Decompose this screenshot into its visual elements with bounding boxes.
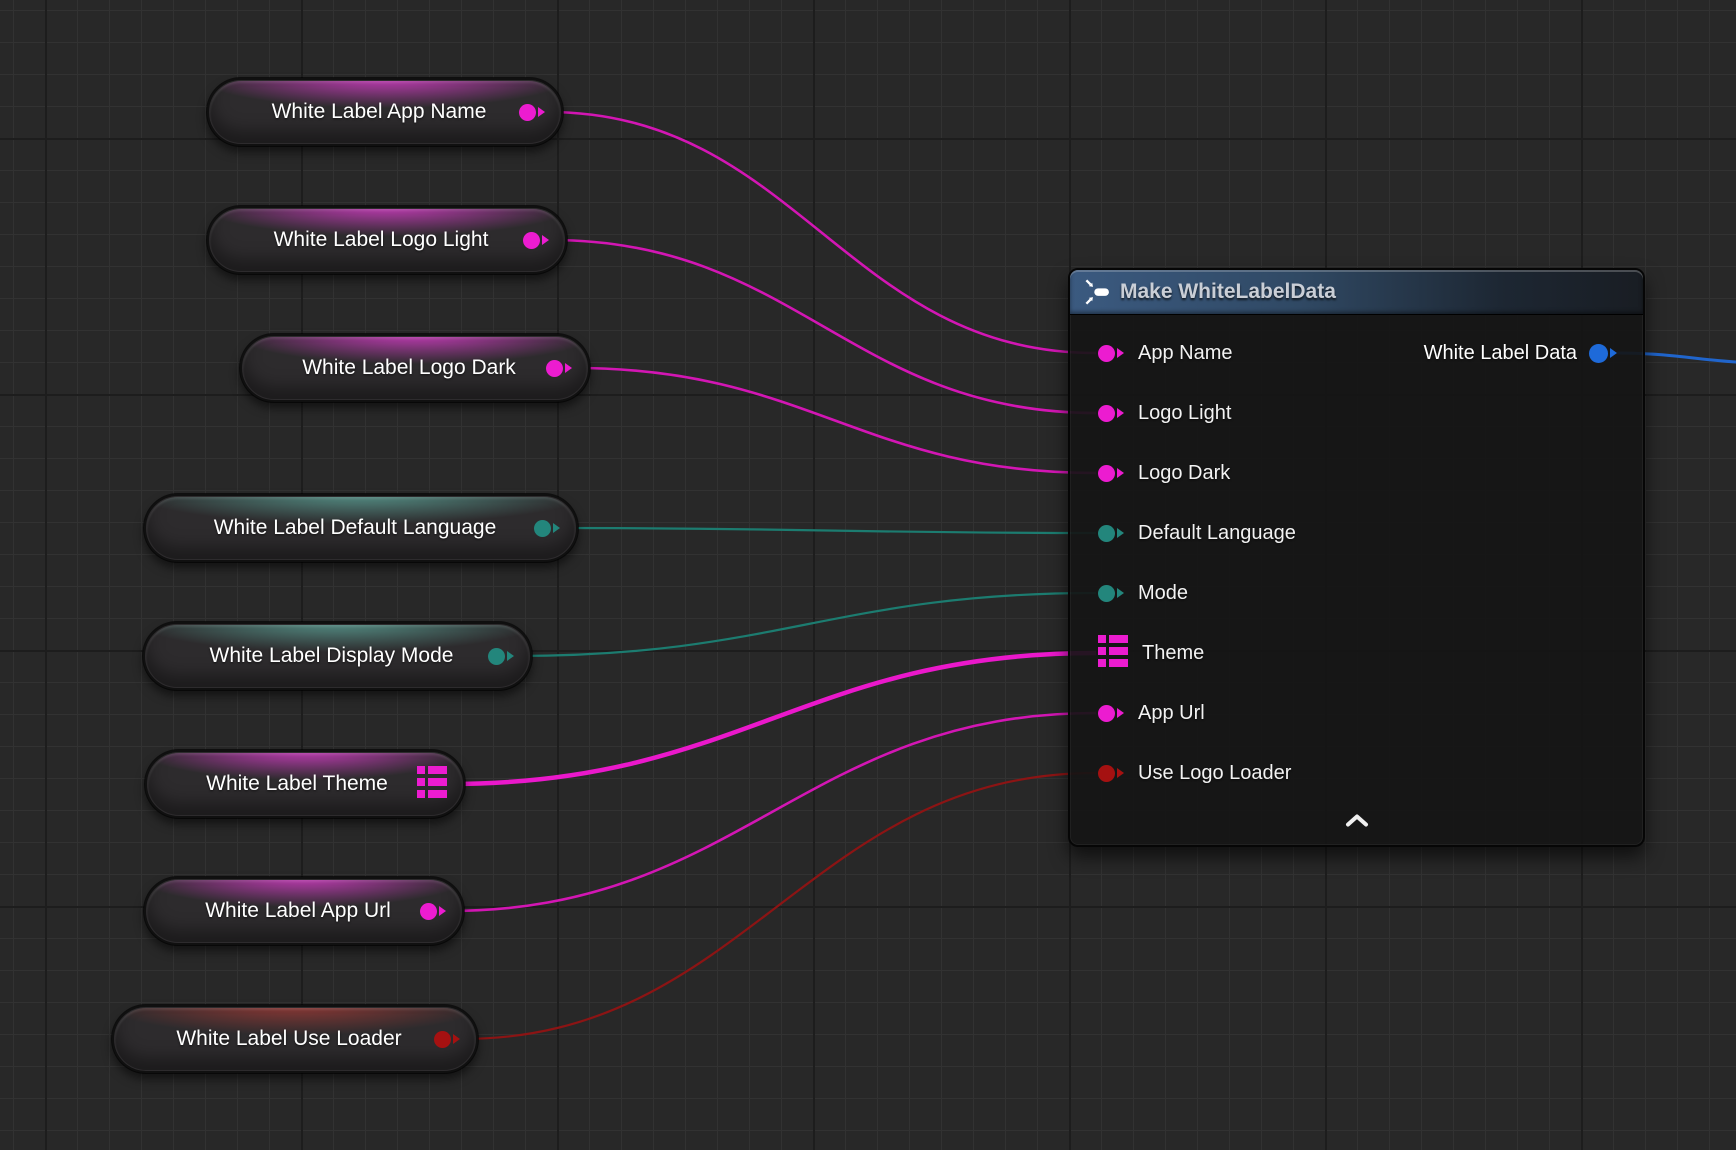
collapse-chevron-icon[interactable] bbox=[1344, 814, 1370, 827]
input-row-use-logo-loader: Use Logo Loader bbox=[1070, 743, 1643, 803]
enum-input-pin[interactable] bbox=[1098, 585, 1124, 602]
node-header[interactable]: Make WhiteLabelData bbox=[1070, 270, 1643, 315]
make-struct-icon bbox=[1084, 279, 1110, 305]
getter-node-white-label-use-loader[interactable]: White Label Use Loader bbox=[112, 1005, 478, 1073]
node-title: Make WhiteLabelData bbox=[1120, 280, 1336, 304]
boolean-output-pin[interactable] bbox=[434, 1031, 460, 1048]
wire-logo-light[interactable] bbox=[551, 240, 1096, 413]
node-make-whitelabeldata[interactable]: Make WhiteLabelData App Name Logo Light … bbox=[1068, 268, 1645, 847]
getter-node-white-label-default-language[interactable]: White Label Default Language bbox=[144, 494, 578, 562]
wire-default-language[interactable] bbox=[558, 528, 1096, 533]
node-label: White Label Display Mode bbox=[175, 644, 488, 668]
pin-label: Mode bbox=[1138, 582, 1188, 605]
wire-mode[interactable] bbox=[516, 593, 1096, 656]
node-label: White Label Logo Dark bbox=[272, 356, 546, 380]
pin-label: App Url bbox=[1138, 702, 1205, 725]
string-output-pin[interactable] bbox=[523, 232, 549, 249]
node-label: White Label Logo Light bbox=[239, 228, 523, 252]
pin-label: App Name bbox=[1138, 342, 1233, 365]
getter-node-white-label-logo-dark[interactable]: White Label Logo Dark bbox=[240, 334, 590, 402]
wire-logo-dark[interactable] bbox=[574, 368, 1096, 473]
node-label: White Label App Url bbox=[176, 899, 420, 923]
struct-output-pin[interactable] bbox=[1589, 344, 1617, 363]
pin-label: Default Language bbox=[1138, 522, 1296, 545]
pin-label: Theme bbox=[1142, 642, 1204, 665]
pin-label: Logo Dark bbox=[1138, 462, 1230, 485]
input-row-mode: Mode bbox=[1070, 563, 1643, 623]
pin-label: White Label Data bbox=[1424, 342, 1577, 365]
boolean-input-pin[interactable] bbox=[1098, 765, 1124, 782]
getter-node-white-label-theme[interactable]: White Label Theme bbox=[145, 750, 465, 818]
wire-app-name[interactable] bbox=[547, 112, 1096, 353]
node-body: App Name Logo Light Logo Dark Default La… bbox=[1070, 315, 1643, 847]
struct-output-pin[interactable] bbox=[417, 766, 447, 803]
node-label: White Label App Name bbox=[239, 100, 519, 124]
string-output-pin[interactable] bbox=[546, 360, 572, 377]
blueprint-graph-canvas[interactable]: White Label App Name White Label Logo Li… bbox=[0, 0, 1736, 1150]
node-footer bbox=[1070, 803, 1643, 837]
enum-output-pin[interactable] bbox=[488, 648, 514, 665]
wire-theme[interactable] bbox=[449, 653, 1096, 784]
struct-pin-icon bbox=[417, 766, 447, 798]
string-input-pin[interactable] bbox=[1098, 345, 1124, 362]
string-input-pin[interactable] bbox=[1098, 465, 1124, 482]
pin-label: Use Logo Loader bbox=[1138, 762, 1291, 785]
input-row-app-url: App Url bbox=[1070, 683, 1643, 743]
string-input-pin[interactable] bbox=[1098, 405, 1124, 422]
getter-node-white-label-app-url[interactable]: White Label App Url bbox=[144, 877, 464, 945]
string-input-pin[interactable] bbox=[1098, 705, 1124, 722]
enum-output-pin[interactable] bbox=[534, 520, 560, 537]
string-output-pin[interactable] bbox=[420, 903, 446, 920]
getter-node-white-label-app-name[interactable]: White Label App Name bbox=[207, 78, 563, 146]
output-row-white-label-data: White Label Data bbox=[1424, 323, 1617, 383]
input-row-logo-light: Logo Light bbox=[1070, 383, 1643, 443]
wire-use-loader[interactable] bbox=[462, 773, 1096, 1039]
string-output-pin[interactable] bbox=[519, 104, 545, 121]
input-row-logo-dark: Logo Dark bbox=[1070, 443, 1643, 503]
struct-input-pin[interactable] bbox=[1098, 635, 1128, 672]
input-row-default-language: Default Language bbox=[1070, 503, 1643, 563]
node-label: White Label Use Loader bbox=[144, 1027, 434, 1051]
getter-node-white-label-logo-light[interactable]: White Label Logo Light bbox=[207, 206, 567, 274]
input-row-theme: Theme bbox=[1070, 623, 1643, 683]
pin-label: Logo Light bbox=[1138, 402, 1231, 425]
struct-pin-icon bbox=[1098, 635, 1128, 667]
node-label: White Label Theme bbox=[177, 772, 417, 796]
enum-input-pin[interactable] bbox=[1098, 525, 1124, 542]
node-label: White Label Default Language bbox=[176, 516, 534, 540]
getter-node-white-label-display-mode[interactable]: White Label Display Mode bbox=[143, 622, 532, 690]
wire-app-url[interactable] bbox=[448, 713, 1096, 911]
